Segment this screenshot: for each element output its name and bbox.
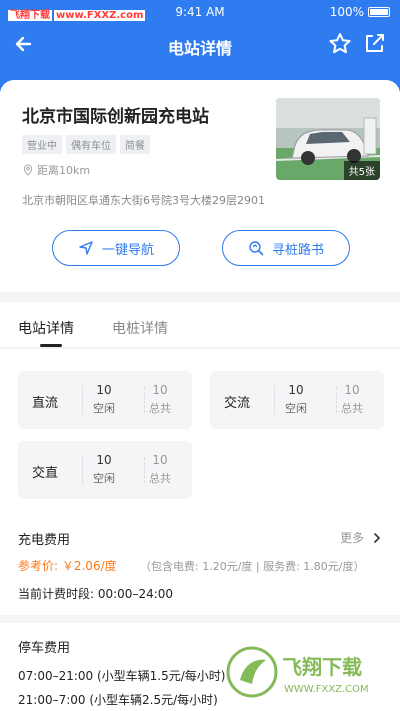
star-icon bbox=[329, 33, 351, 54]
idle-count: 10 bbox=[96, 453, 112, 467]
charger-guide-label: 寻桩路书 bbox=[271, 242, 324, 258]
idle-count: 10 bbox=[96, 383, 112, 397]
tab-bar: 电站详情 电桩详情 bbox=[0, 302, 400, 348]
navigate-button[interactable]: 一键导航 bbox=[52, 230, 180, 266]
tab-indicator bbox=[40, 344, 62, 347]
total-label: 总共 bbox=[341, 402, 363, 415]
count-type: 交流 bbox=[224, 396, 251, 411]
battery-icon bbox=[368, 7, 390, 17]
charger-counts: 直流 10 空闲 10 总共 交流 10 空闲 10 总共 交直 10 空闲 1… bbox=[0, 349, 400, 509]
idle-column: 10 空闲 bbox=[84, 383, 124, 416]
chevron-right-icon bbox=[374, 533, 381, 543]
total-count: 10 bbox=[152, 383, 168, 397]
navigate-label: 一键导航 bbox=[101, 242, 154, 258]
parking-fee-line: 21:00–7:00 (小型车辆2.5元/每小时) bbox=[18, 693, 218, 707]
more-link[interactable]: 更多 bbox=[340, 529, 382, 546]
reference-price-detail: （包含电费: 1.20元/度 | 服务费: 1.80元/度） bbox=[140, 560, 365, 573]
divider bbox=[274, 385, 275, 415]
tag-open: 营业中 bbox=[22, 135, 62, 154]
station-card: 北京市国际创新园充电站 营业中 偶有车位 简餐 距离10km 北京市朝阳区阜通东大街… bbox=[0, 80, 400, 292]
favorite-button[interactable] bbox=[326, 30, 354, 58]
idle-label: 空闲 bbox=[93, 402, 115, 415]
status-battery: 100% bbox=[330, 5, 390, 19]
parking-fee-title: 停车费用 bbox=[18, 641, 71, 656]
tag-parking: 偶有车位 bbox=[66, 135, 116, 154]
total-column: 10 总共 bbox=[140, 383, 180, 416]
photo-count: 共5张 bbox=[343, 161, 380, 180]
edit-icon bbox=[366, 34, 384, 52]
battery-percent: 100% bbox=[329, 5, 364, 19]
header-bar: 飞翔下载 www.FXXZ.com 9:41 AM 100% 电站详情 bbox=[0, 0, 400, 92]
charger-guide-button[interactable]: 寻桩路书 bbox=[222, 230, 350, 266]
total-count: 10 bbox=[344, 383, 360, 397]
edit-button[interactable] bbox=[360, 30, 388, 58]
charging-fee-title: 充电费用 bbox=[18, 533, 71, 548]
current-billing-period: 当前计费时段: 00:00–24:00 bbox=[18, 587, 174, 601]
parking-fee-line: 07:00–21:00 (小型车辆1.5元/每小时) bbox=[18, 669, 226, 683]
total-label: 总共 bbox=[149, 472, 171, 485]
count-box-acdc: 交直 10 空闲 10 总共 bbox=[18, 441, 192, 499]
watermark-text: 飞翔下载 bbox=[282, 655, 362, 679]
count-type: 交直 bbox=[32, 466, 59, 481]
idle-count: 10 bbox=[288, 383, 304, 397]
distance-text: 距离10km bbox=[37, 164, 91, 177]
station-tags: 营业中 偶有车位 简餐 bbox=[22, 134, 154, 154]
count-box-dc: 直流 10 空闲 10 总共 bbox=[18, 371, 192, 429]
idle-column: 10 空闲 bbox=[84, 453, 124, 486]
station-distance: 距离10km bbox=[22, 162, 90, 178]
location-pin-icon bbox=[23, 164, 33, 176]
idle-label: 空闲 bbox=[93, 472, 115, 485]
search-route-icon bbox=[249, 241, 264, 256]
watermark-logo: 飞翔下载 WWW.FXXZ.COM bbox=[222, 640, 392, 704]
tag-food: 简餐 bbox=[120, 135, 150, 154]
divider bbox=[82, 455, 83, 485]
tab-station-details[interactable]: 电站详情 bbox=[18, 318, 74, 338]
total-column: 10 总共 bbox=[140, 453, 180, 486]
more-label: 更多 bbox=[340, 531, 365, 545]
divider bbox=[82, 385, 83, 415]
navigation-arrow-icon bbox=[79, 241, 93, 255]
section-separator bbox=[0, 615, 400, 623]
station-name: 北京市国际创新园充电站 bbox=[22, 107, 209, 127]
watermark-url: WWW.FXXZ.COM bbox=[284, 684, 369, 695]
tab-charger-details[interactable]: 电桩详情 bbox=[112, 318, 168, 338]
idle-column: 10 空闲 bbox=[276, 383, 316, 416]
station-photo[interactable]: 共5张 bbox=[276, 98, 380, 180]
total-count: 10 bbox=[152, 453, 168, 467]
total-label: 总共 bbox=[149, 402, 171, 415]
count-box-ac: 交流 10 空闲 10 总共 bbox=[210, 371, 384, 429]
idle-label: 空闲 bbox=[285, 402, 307, 415]
count-type: 直流 bbox=[32, 396, 59, 411]
status-bar: 飞翔下载 www.FXXZ.com 9:41 AM 100% bbox=[0, 0, 400, 24]
station-address: 北京市朝阳区阜通东大街6号院3号大楼29层2901 bbox=[22, 194, 265, 207]
nav-bar: 电站详情 bbox=[0, 26, 400, 66]
reference-price: 参考价: ￥2.06/度 bbox=[18, 559, 117, 573]
total-column: 10 总共 bbox=[332, 383, 372, 416]
